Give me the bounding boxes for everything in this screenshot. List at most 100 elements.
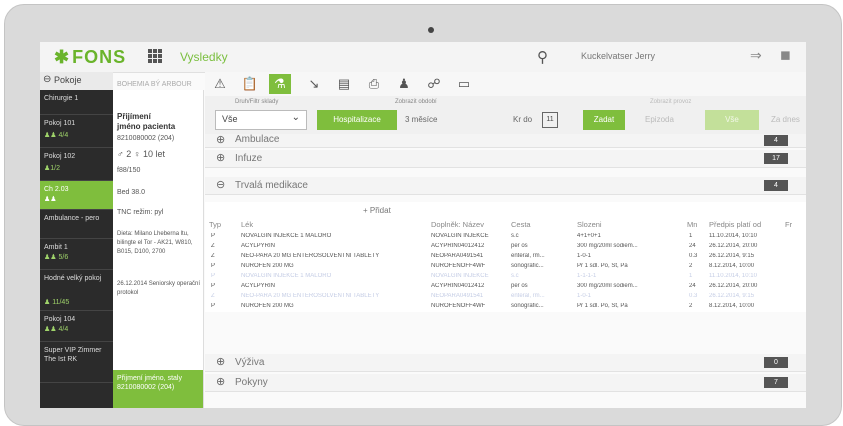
chevron-down-icon: ⌄ — [291, 112, 300, 123]
cell-slozeni: 1-1-1-1 — [577, 273, 597, 279]
cell-nazev: NOVALGIN INJEKCE — [431, 273, 489, 279]
cell-lek: NUROFEN 200 MG — [241, 263, 294, 269]
period-3months-button[interactable]: 3 měsíce — [405, 110, 437, 130]
warning-icon[interactable]: ⚠ — [209, 74, 231, 94]
logout-icon[interactable]: ⇒ — [750, 47, 762, 64]
calendar-icon[interactable]: 11 — [542, 112, 558, 128]
count-badge: 17 — [764, 153, 788, 164]
search-icon[interactable]: ⚲ — [537, 48, 548, 66]
expand-icon: ⊕ — [216, 376, 226, 388]
cell-od: 8.12.2014, 10:00 — [709, 263, 755, 269]
cell-cesta: enteral, rm... — [511, 253, 545, 259]
cell-mn: 2 — [689, 263, 693, 269]
sidebar-item-room[interactable]: Pokoj 101 ♟♟ 4/4 — [40, 115, 113, 148]
cell-cesta: sonografic... — [511, 303, 544, 309]
folder-icon[interactable]: ▭ — [453, 74, 475, 94]
count-badge: 4 — [764, 135, 788, 146]
lab-flask-icon[interactable]: ⚗ — [269, 74, 291, 94]
lock-icon[interactable]: ◼ — [780, 47, 791, 63]
sidebar-item-room[interactable]: Pokoj 102 ♟1/2 — [40, 148, 113, 181]
patient-list-caption: BOHEMIA BÝ ARBOUR — [117, 81, 192, 88]
cell-nazev: ACYPRIN04012412 — [431, 283, 485, 289]
grid-icon[interactable] — [148, 49, 162, 63]
patient-surname[interactable]: Přijímení — [117, 112, 151, 121]
table-row[interactable]: P NUROFEN 200 MG NUROFENOFF4WF sonografic..… — [205, 302, 806, 313]
cell-cesta: s.c — [511, 273, 519, 279]
section-trvala-medikace[interactable]: ⊖ Trvalá medikace 4 — [205, 177, 806, 195]
sidebar-item-room[interactable]: Ambulance - pero — [40, 210, 113, 239]
sidebar-item-room[interactable]: Super VIP Zimmer The Ist RK — [40, 342, 113, 383]
selected-patient-label: Přijmení jméno, staly 8210080002 (204) — [117, 375, 182, 391]
cell-typ: Z — [211, 253, 215, 259]
stethoscope-icon[interactable]: ☍ — [423, 74, 445, 94]
section-infuze[interactable]: ⊕ Infuze 17 — [205, 150, 806, 168]
app-title: Vysledky — [180, 50, 228, 64]
collapse-circle-icon: ⊖ — [43, 74, 52, 85]
cell-slozeni: Pr 1 sdl. Po, St, Pa — [577, 303, 628, 309]
type-filter-select[interactable]: Vše ⌄ — [215, 110, 307, 130]
cell-lek: NEO-PARA 20 MG ENTEROSOLVENTNÍ TABLETY — [241, 253, 380, 259]
column-header[interactable]: Typ — [209, 220, 221, 229]
cell-typ: Z — [211, 243, 215, 249]
patient-tnc: TNC režim: pyl — [117, 209, 164, 216]
add-medication-button[interactable]: + Přidat — [363, 206, 391, 215]
sidebar-item-room[interactable]: Pokoj 104 ♟♟ 4/4 — [40, 311, 113, 342]
cell-od: 26.12.2014, 20:00 — [709, 283, 758, 289]
column-header[interactable]: Cesta — [511, 220, 531, 229]
webcam — [428, 27, 434, 33]
group-icon[interactable]: ♟ — [393, 74, 415, 94]
brand-logo[interactable]: ✱ FONS — [54, 47, 126, 68]
column-header[interactable]: Fr — [785, 220, 792, 229]
expand-icon: ⊕ — [216, 134, 226, 146]
all-button[interactable]: Vše — [705, 110, 759, 130]
section-ambulace[interactable]: ⊕ Ambulace 4 — [205, 134, 806, 148]
cell-od: 26.12.2014, 20:00 — [709, 243, 758, 249]
today-button[interactable]: Za dnes — [771, 110, 800, 130]
document-icon[interactable]: ▤ — [333, 74, 355, 94]
patient-firstname[interactable]: jméno pacienta — [117, 122, 175, 131]
period-hospitalization-button[interactable]: Hospitalizace — [317, 110, 397, 130]
cell-cesta: per os — [511, 283, 528, 289]
apply-button[interactable]: Zadat — [583, 110, 625, 130]
cell-mn: 2 — [689, 303, 693, 309]
cell-slozeni: 300 mg/20ml sodiem... — [577, 283, 638, 289]
clipboard-icon[interactable]: 📋 — [239, 74, 261, 94]
section-pokyny[interactable]: ⊕ Pokyny 7 — [205, 374, 806, 392]
period-until-button[interactable]: Kr do — [513, 110, 532, 130]
episode-button[interactable]: Epizoda — [645, 110, 674, 130]
printer-icon[interactable]: ⎙ — [363, 74, 385, 94]
cell-slozeni: 1-0-1 — [577, 253, 592, 259]
sidebar-item-room[interactable]: Chirurgie 1 — [40, 90, 113, 115]
column-header[interactable]: Doplněk: Název — [431, 220, 484, 229]
section-vyziva[interactable]: ⊕ Výživa 0 — [205, 354, 806, 372]
filter-bar: Druh/Filtr sklady Vše ⌄ Zobrazit období … — [205, 96, 806, 135]
cell-slozeni: 4+1+0+1 — [577, 233, 601, 239]
column-header[interactable]: Předpis platí od — [709, 220, 761, 229]
period-caption: Zobrazit období — [395, 99, 437, 105]
user-name[interactable]: Kuckelvatser Jerry — [581, 51, 655, 61]
cell-typ: P — [211, 233, 216, 239]
cell-mn: 0.3 — [689, 253, 698, 259]
column-header[interactable]: Mn — [687, 220, 697, 229]
medication-table: + Přidat Typ Lék Doplněk: Název Cesta Sl… — [205, 202, 806, 312]
cell-cesta: per os — [511, 243, 528, 249]
sidebar-header[interactable]: ⊖ Pokoje — [40, 72, 113, 90]
syringe-icon[interactable]: ↘ — [303, 74, 325, 94]
column-header[interactable]: Lék — [241, 220, 253, 229]
sidebar-item-room[interactable]: Ambit 1 ♟♟ 5/6 — [40, 239, 113, 270]
patient-id: 8210080002 (204) — [117, 135, 175, 142]
collapse-icon: ⊖ — [216, 179, 226, 191]
sidebar-item-room[interactable]: Hodné velký pokoj ♟ 11/45 — [40, 270, 113, 311]
cell-mn: 1 — [689, 233, 693, 239]
patient-note: 26.12.2014 Seniorsky operační protokol — [117, 281, 201, 296]
cell-typ: P — [211, 303, 216, 309]
cell-nazev: NEOPARA0491541 — [431, 293, 484, 299]
selected-patient-card[interactable]: Přijmení jméno, staly 8210080002 (204) — [113, 370, 203, 408]
module-toolbar: ⚠ 📋 ⚗ ↘ ▤ ⎙ ♟ ☍ ▭ — [205, 72, 806, 97]
sidebar-item-room-active[interactable]: Ch 2.03 ♟♟ — [40, 181, 113, 210]
cell-slozeni: 1-0-1 — [577, 293, 592, 299]
patient-list-column: BOHEMIA BÝ ARBOUR Přijímení jméno pacien… — [113, 81, 204, 408]
column-header[interactable]: Slozeni — [577, 220, 602, 229]
cell-nazev: NOVALGIN INJEKCE — [431, 233, 489, 239]
action-caption: Zobrazit provoz — [650, 99, 692, 105]
